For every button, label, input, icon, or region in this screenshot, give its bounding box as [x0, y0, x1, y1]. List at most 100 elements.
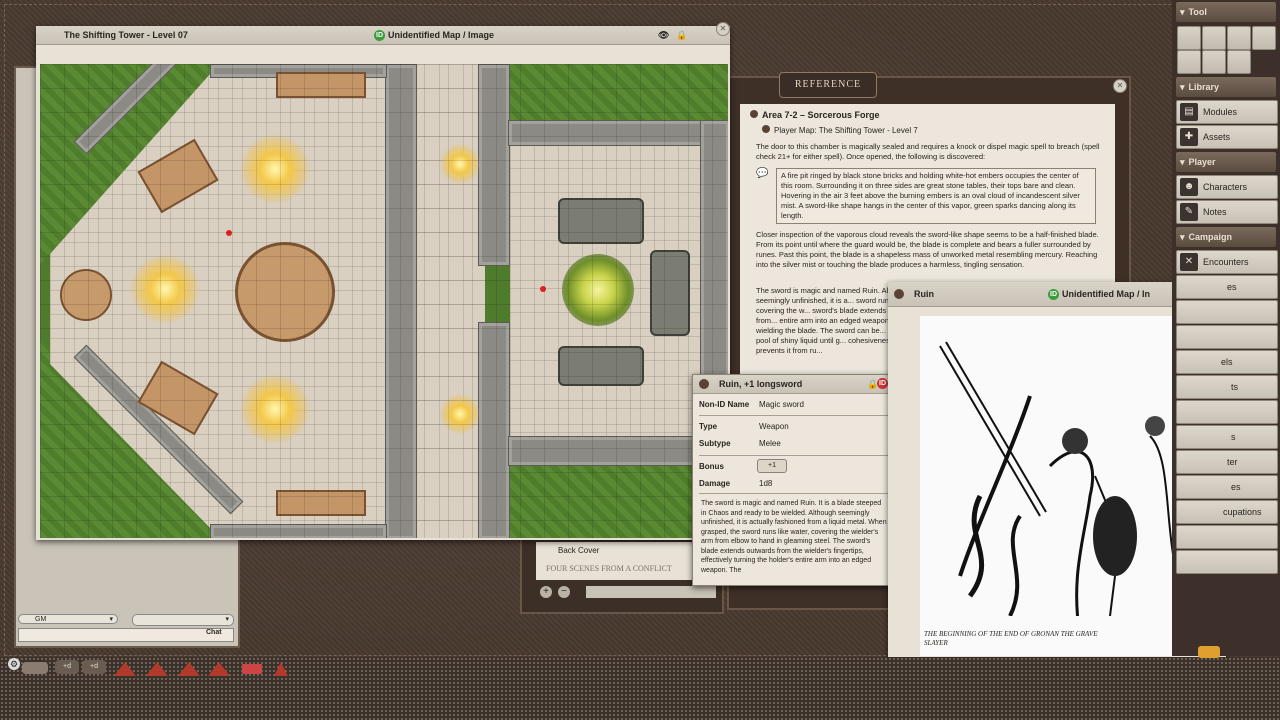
- sidebar-item-partial[interactable]: es: [1176, 275, 1278, 299]
- filter-input[interactable]: [586, 586, 716, 598]
- library-header[interactable]: ▾ Library: [1176, 77, 1276, 97]
- id-badge: ID: [374, 30, 385, 42]
- puzzle-icon: ✚: [1180, 128, 1198, 146]
- share-icon[interactable]: 👁: [658, 26, 669, 44]
- wall-segment: [385, 64, 417, 538]
- tool-effects-icon[interactable]: [1202, 50, 1226, 74]
- ruin-artwork: THE BEGINNING OF THE END OF GRONAN THE G…: [920, 316, 1194, 656]
- lock-icon[interactable]: 🔒: [676, 26, 687, 44]
- map-pin-icon[interactable]: [226, 230, 232, 236]
- divider: [699, 493, 895, 494]
- close-icon[interactable]: ✕: [1113, 79, 1127, 93]
- modifier-box[interactable]: [22, 662, 48, 674]
- damage-field[interactable]: 1d8: [759, 479, 899, 488]
- stone-table: [276, 72, 366, 98]
- candelabra: [240, 374, 310, 444]
- wall-segment: [478, 322, 510, 538]
- close-icon[interactable]: ✕: [716, 22, 730, 36]
- sidebar-item-partial[interactable]: s: [1176, 425, 1278, 449]
- sidebar-item-partial[interactable]: cupations: [1176, 500, 1278, 524]
- tool-palette-icon[interactable]: [1252, 26, 1276, 50]
- tool-swords-icon[interactable]: [1177, 26, 1201, 50]
- candelabra: [240, 134, 310, 204]
- sidebar-item-partial[interactable]: [1176, 325, 1278, 349]
- characters-icon: ☻: [1180, 178, 1198, 196]
- sidebar-item-partial[interactable]: [1176, 525, 1278, 549]
- chevron-down-icon: ▾: [109, 616, 113, 623]
- chat-input[interactable]: [18, 628, 234, 642]
- back-cover-item[interactable]: Back Cover: [558, 546, 599, 555]
- divider: [699, 415, 895, 416]
- player-header[interactable]: ▾ Player: [1176, 152, 1276, 172]
- tool-options-icon[interactable]: [1227, 50, 1251, 74]
- modifier-button[interactable]: +d: [55, 660, 79, 674]
- map-title: The Shifting Tower - Level 07: [64, 30, 188, 40]
- bonus-field[interactable]: +1: [757, 459, 787, 473]
- reference-tab: REFERENCE: [779, 72, 877, 98]
- torch: [440, 144, 480, 184]
- link-icon[interactable]: [750, 110, 758, 118]
- sidebar-item-partial[interactable]: els: [1176, 350, 1278, 374]
- nonid-field[interactable]: Magic sword: [759, 400, 899, 409]
- id-toggle[interactable]: ID: [877, 378, 888, 389]
- identity-select[interactable]: GM ▾: [18, 614, 118, 624]
- wall-segment: [508, 120, 720, 146]
- battle-map[interactable]: [40, 64, 728, 538]
- item-description[interactable]: The sword is magic and named Ruin. It is…: [701, 499, 887, 577]
- reference-paragraph-1: The door to this chamber is magically se…: [756, 142, 1100, 161]
- remove-icon[interactable]: −: [558, 586, 570, 598]
- wall-segment: [478, 64, 510, 266]
- swords-icon: ✕: [1180, 253, 1198, 271]
- stone-slab: [558, 198, 644, 244]
- sidebar-item-partial[interactable]: [1176, 300, 1278, 324]
- sidebar-item-partial[interactable]: ter: [1176, 450, 1278, 474]
- speech-bubble-icon[interactable]: 💬: [756, 168, 772, 180]
- reference-paragraph-2: Closer inspection of the vaporous cloud …: [756, 230, 1099, 269]
- tool-party-icon[interactable]: [1202, 26, 1226, 50]
- wall-segment: [210, 524, 387, 538]
- settings-icon[interactable]: ⚙: [8, 658, 20, 670]
- book-icon: ▤: [1180, 103, 1198, 121]
- d12-die-icon[interactable]: [242, 664, 262, 674]
- sidebar-item-modules[interactable]: ▤ Modules: [1176, 100, 1278, 124]
- player-map-link[interactable]: Player Map: The Shifting Tower - Level 7: [762, 125, 918, 135]
- campaign-header[interactable]: ▾ Campaign: [1176, 227, 1276, 247]
- stone-slab: [558, 346, 644, 386]
- ruin-title: Ruin: [914, 289, 934, 299]
- round-table: [235, 242, 335, 342]
- sidebar-item-partial[interactable]: ts: [1176, 375, 1278, 399]
- chat-button[interactable]: Chat: [206, 629, 222, 636]
- sidebar-item-notes[interactable]: ✎ Notes: [1176, 200, 1278, 224]
- artwork-caption: THE BEGINNING OF THE END OF GRONAN THE G…: [924, 630, 1098, 647]
- map-pin-icon[interactable]: [540, 286, 546, 292]
- add-icon[interactable]: +: [540, 586, 552, 598]
- anvil-table: [60, 269, 112, 321]
- divider: [699, 455, 895, 456]
- sidebar-item-characters[interactable]: ☻ Characters: [1176, 175, 1278, 199]
- subtype-field[interactable]: Melee: [759, 439, 899, 448]
- notes-icon: ✎: [1180, 203, 1198, 221]
- link-icon[interactable]: [894, 289, 904, 299]
- chevron-down-icon: ▾: [225, 616, 229, 623]
- sidebar-item-encounters[interactable]: ✕ Encounters: [1176, 250, 1278, 274]
- sidebar-item-partial[interactable]: [1176, 400, 1278, 424]
- candelabra: [130, 254, 200, 324]
- scenes-item[interactable]: FOUR SCENES FROM A CONFLICT: [546, 564, 672, 573]
- tool-header[interactable]: ▾ Tool: [1176, 2, 1276, 22]
- type-field[interactable]: Weapon: [759, 422, 899, 431]
- sidebar-item-partial[interactable]: es: [1176, 475, 1278, 499]
- tool-modifiers-icon[interactable]: [1177, 50, 1201, 74]
- link-icon[interactable]: [699, 379, 709, 389]
- link-icon: [762, 125, 770, 133]
- modifier-button[interactable]: +d: [82, 660, 106, 674]
- resize-handle-icon[interactable]: [1198, 646, 1220, 658]
- boxed-text: A fire pit ringed by black stone bricks …: [776, 168, 1096, 224]
- sidebar-item-partial[interactable]: [1176, 550, 1278, 574]
- sidebar-item-assets[interactable]: ✚ Assets: [1176, 125, 1278, 149]
- reference-heading: Area 7-2 – Sorcerous Forge: [750, 110, 880, 120]
- language-select[interactable]: ▾: [132, 614, 234, 626]
- item-window: Ruin, +1 longsword 🔒 ID ✕ Non-ID NameMag…: [692, 374, 905, 586]
- item-titlebar[interactable]: Ruin, +1 longsword 🔒 ID: [693, 375, 903, 394]
- tool-calendar-icon[interactable]: [1227, 26, 1251, 50]
- map-window-titlebar[interactable]: The Shifting Tower - Level 07 ID Unidenti…: [36, 26, 730, 45]
